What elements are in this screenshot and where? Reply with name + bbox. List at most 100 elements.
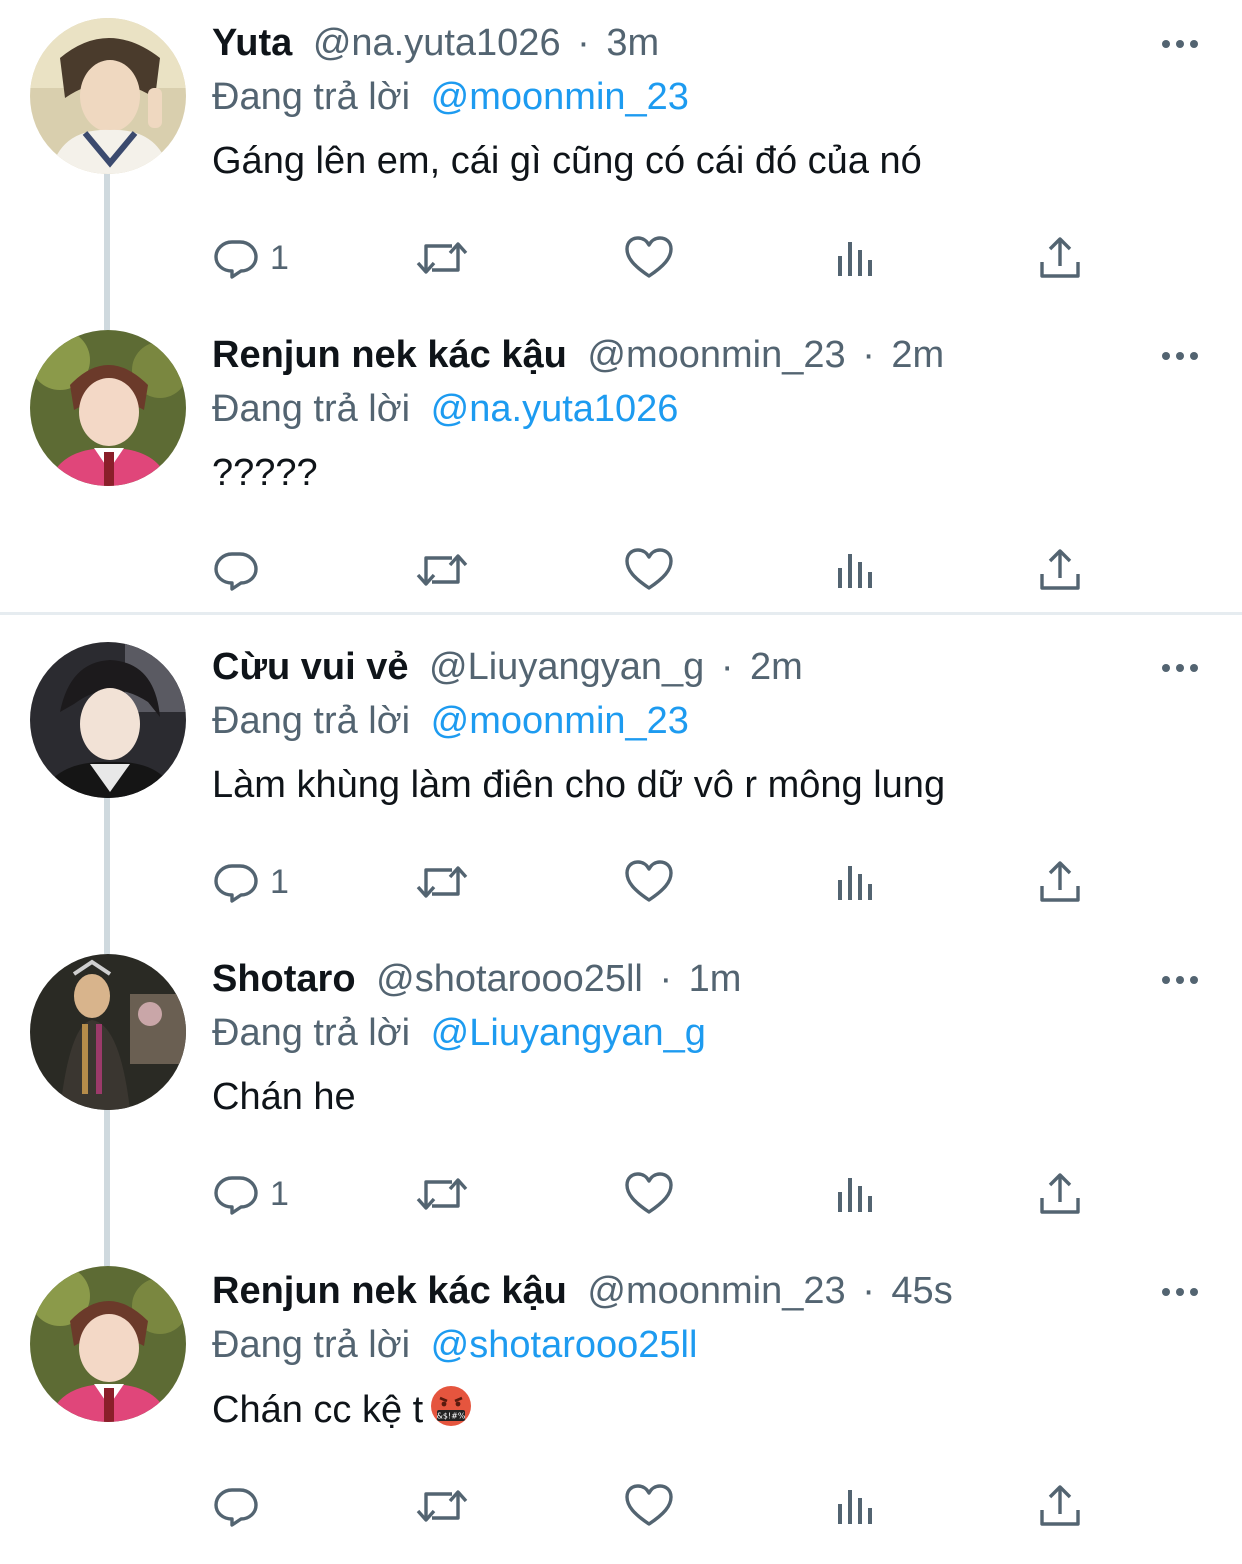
avatar[interactable] xyxy=(30,18,186,174)
analytics-icon xyxy=(834,1170,878,1218)
reply-button[interactable]: 1 xyxy=(212,1164,289,1224)
retweet-button[interactable] xyxy=(414,1476,470,1536)
mention-link[interactable]: @moonmin_23 xyxy=(431,700,689,742)
timestamp[interactable]: 1m xyxy=(689,958,742,1000)
replying-to: Đang trả lời @na.yuta1026 xyxy=(212,384,678,434)
share-button[interactable] xyxy=(1036,228,1084,288)
svg-text:&$!#%: &$!#% xyxy=(437,1412,466,1421)
tweet-header: Shotaro @shotarooo25ll · 1m xyxy=(212,954,741,1004)
reply-count: 1 xyxy=(270,238,289,277)
reply-button[interactable]: 1 xyxy=(212,228,289,288)
more-icon[interactable] xyxy=(1158,642,1202,686)
replying-to: Đang trả lời @moonmin_23 xyxy=(212,72,689,122)
share-button[interactable] xyxy=(1036,1164,1084,1224)
replying-to-label: Đang trả lời xyxy=(212,1012,411,1054)
timestamp[interactable]: 2m xyxy=(750,646,803,688)
reply-button[interactable] xyxy=(212,540,270,600)
more-icon[interactable] xyxy=(1158,18,1202,62)
mention-link[interactable]: @na.yuta1026 xyxy=(431,388,679,430)
separator-dot: · xyxy=(577,22,590,64)
analytics-button[interactable] xyxy=(834,1476,878,1536)
timestamp[interactable]: 45s xyxy=(891,1270,952,1312)
like-button[interactable] xyxy=(624,228,674,288)
mention-link[interactable]: @moonmin_23 xyxy=(431,76,689,118)
tweet-actions: 1 xyxy=(0,1164,1242,1224)
mention-link[interactable]: @Liuyangyan_g xyxy=(431,1012,706,1054)
tweet-text: Làm khùng làm điên cho dữ vô r mông lung xyxy=(212,760,945,810)
tweet[interactable]: Yuta @na.yuta1026 · 3m Đang trả lời @moo… xyxy=(0,18,1242,298)
user-handle[interactable]: @Liuyangyan_g xyxy=(429,646,704,688)
tweet-header: Yuta @na.yuta1026 · 3m xyxy=(212,18,659,68)
tweet-text-content: Làm khùng làm điên cho dữ vô r mông lung xyxy=(212,764,946,806)
tweet[interactable]: Shotaro @shotarooo25ll · 1m Đang trả lời… xyxy=(0,954,1242,1234)
timestamp[interactable]: 3m xyxy=(606,22,659,64)
tweet-actions xyxy=(0,540,1242,600)
retweet-button[interactable] xyxy=(414,540,470,600)
display-name[interactable]: Cừu vui vẻ xyxy=(212,646,408,688)
like-icon xyxy=(624,234,674,282)
reply-button[interactable] xyxy=(212,1476,270,1536)
reply-icon xyxy=(212,1482,260,1530)
more-icon[interactable] xyxy=(1158,330,1202,374)
more-icon[interactable] xyxy=(1158,1266,1202,1310)
like-button[interactable] xyxy=(624,1476,674,1536)
analytics-button[interactable] xyxy=(834,228,878,288)
share-button[interactable] xyxy=(1036,1476,1084,1536)
retweet-button[interactable] xyxy=(414,228,470,288)
display-name[interactable]: Shotaro xyxy=(212,958,356,1000)
like-button[interactable] xyxy=(624,540,674,600)
retweet-icon xyxy=(414,234,470,282)
avatar[interactable] xyxy=(30,642,186,798)
analytics-button[interactable] xyxy=(834,852,878,912)
display-name[interactable]: Renjun nek kác kậu xyxy=(212,1270,567,1312)
avatar[interactable] xyxy=(30,330,186,486)
display-name[interactable]: Renjun nek kác kậu xyxy=(212,334,567,376)
reply-icon xyxy=(212,546,260,594)
like-icon xyxy=(624,546,674,594)
retweet-button[interactable] xyxy=(414,1164,470,1224)
tweet-actions xyxy=(0,1476,1242,1536)
user-handle[interactable]: @moonmin_23 xyxy=(587,1270,845,1312)
analytics-icon xyxy=(834,1482,878,1530)
tweet-header: Renjun nek kác kậu @moonmin_23 · 45s xyxy=(212,1266,953,1316)
tweet-text: Chán cc kệ t &$!#% xyxy=(212,1384,473,1441)
more-icon[interactable] xyxy=(1158,954,1202,998)
display-name[interactable]: Yuta xyxy=(212,22,292,64)
analytics-icon xyxy=(834,858,878,906)
analytics-button[interactable] xyxy=(834,1164,878,1224)
like-button[interactable] xyxy=(624,852,674,912)
tweet[interactable]: Renjun nek kác kậu @moonmin_23 · 45s Đan… xyxy=(0,1266,1242,1556)
like-button[interactable] xyxy=(624,1164,674,1224)
timestamp[interactable]: 2m xyxy=(891,334,944,376)
share-button[interactable] xyxy=(1036,540,1084,600)
reply-count: 1 xyxy=(270,862,289,901)
tweet-text: ????? xyxy=(212,448,318,498)
avatar[interactable] xyxy=(30,954,186,1110)
share-icon xyxy=(1036,234,1084,282)
reply-icon xyxy=(212,858,260,906)
reply-icon xyxy=(212,1170,260,1218)
replying-to: Đang trả lời @Liuyangyan_g xyxy=(212,1008,706,1058)
tweet-actions: 1 xyxy=(0,852,1242,912)
analytics-icon xyxy=(834,234,878,282)
share-icon xyxy=(1036,546,1084,594)
user-handle[interactable]: @moonmin_23 xyxy=(587,334,845,376)
like-icon xyxy=(624,1482,674,1530)
separator-dot: · xyxy=(720,646,734,688)
avatar[interactable] xyxy=(30,1266,186,1422)
analytics-button[interactable] xyxy=(834,540,878,600)
mention-link[interactable]: @shotarooo25ll xyxy=(431,1324,698,1366)
retweet-icon xyxy=(414,858,470,906)
tweet-text: Chán he xyxy=(212,1072,356,1122)
retweet-button[interactable] xyxy=(414,852,470,912)
tweet-text-content: Chán cc kệ t xyxy=(212,1389,424,1431)
like-icon xyxy=(624,858,674,906)
reply-button[interactable]: 1 xyxy=(212,852,289,912)
separator-dot: · xyxy=(659,958,673,1000)
replying-to: Đang trả lời @shotarooo25ll xyxy=(212,1320,697,1370)
user-handle[interactable]: @shotarooo25ll xyxy=(376,958,643,1000)
share-button[interactable] xyxy=(1036,852,1084,912)
tweet[interactable]: Renjun nek kác kậu @moonmin_23 · 2m Đang… xyxy=(0,330,1242,610)
tweet[interactable]: Cừu vui vẻ @Liuyangyan_g · 2m Đang trả l… xyxy=(0,642,1242,922)
user-handle[interactable]: @na.yuta1026 xyxy=(313,22,561,64)
